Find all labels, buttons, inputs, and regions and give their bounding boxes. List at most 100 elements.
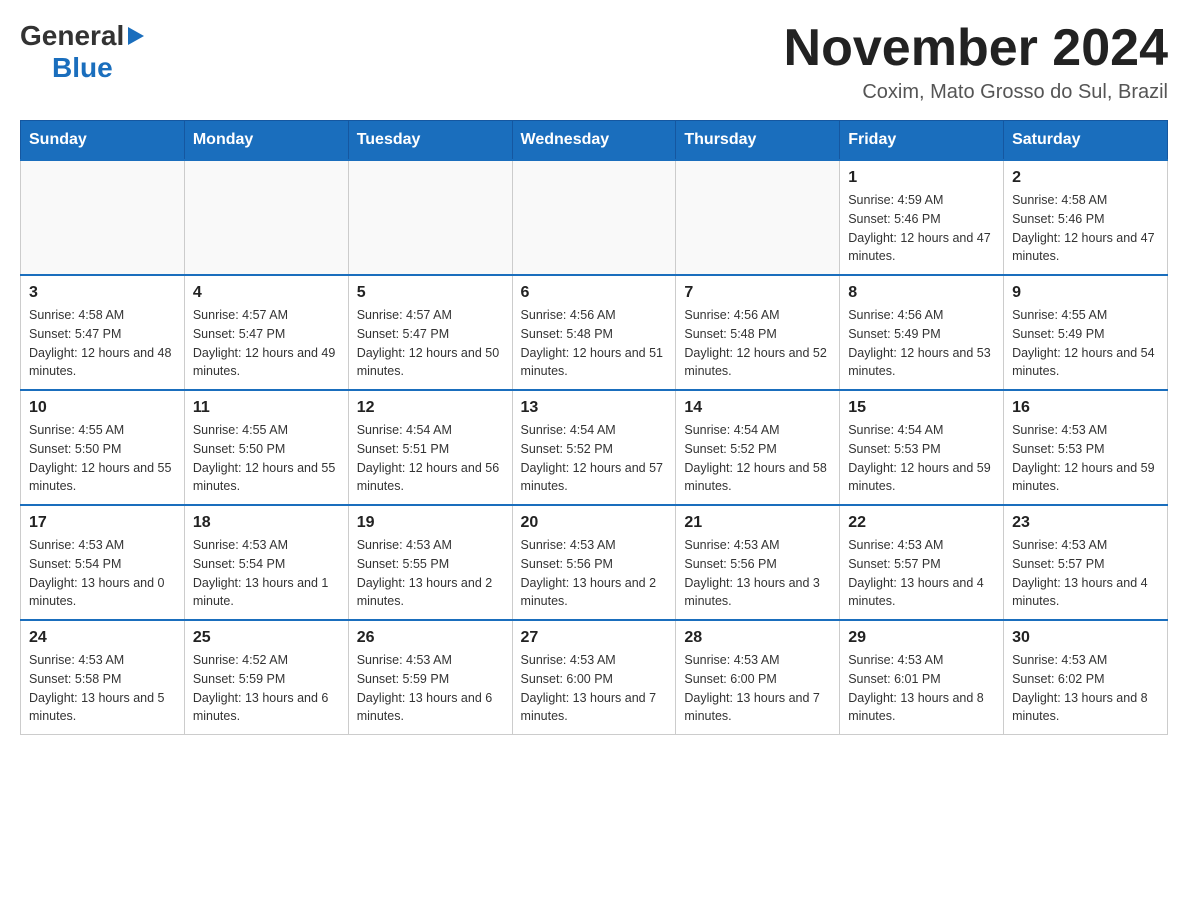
logo-general-text: General bbox=[20, 20, 124, 52]
day-info: Sunrise: 4:57 AMSunset: 5:47 PMDaylight:… bbox=[193, 306, 340, 381]
table-row: 10 Sunrise: 4:55 AMSunset: 5:50 PMDayligh… bbox=[21, 390, 185, 505]
table-row: 24Sunrise: 4:53 AMSunset: 5:58 PMDayligh… bbox=[21, 620, 185, 735]
table-row: 12 Sunrise: 4:54 AMSunset: 5:51 PMDayligh… bbox=[348, 390, 512, 505]
day-info: Sunrise: 4:53 AMSunset: 6:00 PMDaylight:… bbox=[521, 651, 668, 726]
header-friday: Friday bbox=[840, 121, 1004, 161]
table-row: 4 Sunrise: 4:57 AMSunset: 5:47 PMDaylight… bbox=[184, 275, 348, 390]
day-info: Sunrise: 4:54 AMSunset: 5:52 PMDaylight:… bbox=[684, 421, 831, 496]
table-row: 20Sunrise: 4:53 AMSunset: 5:56 PMDayligh… bbox=[512, 505, 676, 620]
day-number: 30 bbox=[1012, 629, 1159, 647]
day-number: 17 bbox=[29, 514, 176, 532]
day-info: Sunrise: 4:53 AMSunset: 6:01 PMDaylight:… bbox=[848, 651, 995, 726]
day-info: Sunrise: 4:53 AMSunset: 6:00 PMDaylight:… bbox=[684, 651, 831, 726]
day-info: Sunrise: 4:54 AMSunset: 5:53 PMDaylight:… bbox=[848, 421, 995, 496]
page-header: General Blue November 2024 Coxim, Mato G… bbox=[20, 20, 1168, 104]
day-number: 13 bbox=[521, 399, 668, 417]
day-number: 5 bbox=[357, 284, 504, 302]
calendar-week-row: 24Sunrise: 4:53 AMSunset: 5:58 PMDayligh… bbox=[21, 620, 1168, 735]
header-wednesday: Wednesday bbox=[512, 121, 676, 161]
day-info: Sunrise: 4:53 AMSunset: 5:56 PMDaylight:… bbox=[684, 536, 831, 611]
table-row: 16Sunrise: 4:53 AMSunset: 5:53 PMDayligh… bbox=[1004, 390, 1168, 505]
table-row: 21Sunrise: 4:53 AMSunset: 5:56 PMDayligh… bbox=[676, 505, 840, 620]
calendar-week-row: 10 Sunrise: 4:55 AMSunset: 5:50 PMDayligh… bbox=[21, 390, 1168, 505]
day-info: Sunrise: 4:53 AMSunset: 6:02 PMDaylight:… bbox=[1012, 651, 1159, 726]
day-number: 15 bbox=[848, 399, 995, 417]
day-number: 7 bbox=[684, 284, 831, 302]
calendar-week-row: 17 Sunrise: 4:53 AMSunset: 5:54 PMDayligh… bbox=[21, 505, 1168, 620]
table-row: 5 Sunrise: 4:57 AMSunset: 5:47 PMDaylight… bbox=[348, 275, 512, 390]
day-info: Sunrise: 4:57 AMSunset: 5:47 PMDaylight:… bbox=[357, 306, 504, 381]
calendar-header-row: Sunday Monday Tuesday Wednesday Thursday… bbox=[21, 121, 1168, 161]
table-row: 30 Sunrise: 4:53 AMSunset: 6:02 PMDayligh… bbox=[1004, 620, 1168, 735]
day-number: 6 bbox=[521, 284, 668, 302]
day-info: Sunrise: 4:55 AMSunset: 5:50 PMDaylight:… bbox=[29, 421, 176, 496]
calendar-table: Sunday Monday Tuesday Wednesday Thursday… bbox=[20, 120, 1168, 735]
table-row bbox=[676, 160, 840, 275]
day-number: 3 bbox=[29, 284, 176, 302]
table-row: 13Sunrise: 4:54 AMSunset: 5:52 PMDayligh… bbox=[512, 390, 676, 505]
day-info: Sunrise: 4:56 AMSunset: 5:48 PMDaylight:… bbox=[521, 306, 668, 381]
table-row: 23Sunrise: 4:53 AMSunset: 5:57 PMDayligh… bbox=[1004, 505, 1168, 620]
calendar-week-row: 3 Sunrise: 4:58 AMSunset: 5:47 PMDaylight… bbox=[21, 275, 1168, 390]
page-title: November 2024 bbox=[784, 20, 1168, 77]
calendar-week-row: 1 Sunrise: 4:59 AMSunset: 5:46 PMDaylight… bbox=[21, 160, 1168, 275]
table-row: 9 Sunrise: 4:55 AMSunset: 5:49 PMDaylight… bbox=[1004, 275, 1168, 390]
day-info: Sunrise: 4:53 AMSunset: 5:59 PMDaylight:… bbox=[357, 651, 504, 726]
table-row: 19Sunrise: 4:53 AMSunset: 5:55 PMDayligh… bbox=[348, 505, 512, 620]
table-row: 27 Sunrise: 4:53 AMSunset: 6:00 PMDayligh… bbox=[512, 620, 676, 735]
day-info: Sunrise: 4:56 AMSunset: 5:48 PMDaylight:… bbox=[684, 306, 831, 381]
day-info: Sunrise: 4:59 AMSunset: 5:46 PMDaylight:… bbox=[848, 191, 995, 266]
day-number: 23 bbox=[1012, 514, 1159, 532]
header-tuesday: Tuesday bbox=[348, 121, 512, 161]
table-row: 1 Sunrise: 4:59 AMSunset: 5:46 PMDaylight… bbox=[840, 160, 1004, 275]
table-row: 22Sunrise: 4:53 AMSunset: 5:57 PMDayligh… bbox=[840, 505, 1004, 620]
day-info: Sunrise: 4:53 AMSunset: 5:53 PMDaylight:… bbox=[1012, 421, 1159, 496]
logo: General Blue bbox=[20, 20, 146, 84]
day-info: Sunrise: 4:52 AMSunset: 5:59 PMDaylight:… bbox=[193, 651, 340, 726]
table-row: 29Sunrise: 4:53 AMSunset: 6:01 PMDayligh… bbox=[840, 620, 1004, 735]
header-monday: Monday bbox=[184, 121, 348, 161]
table-row: 11 Sunrise: 4:55 AMSunset: 5:50 PMDayligh… bbox=[184, 390, 348, 505]
table-row: 2 Sunrise: 4:58 AMSunset: 5:46 PMDaylight… bbox=[1004, 160, 1168, 275]
day-number: 14 bbox=[684, 399, 831, 417]
day-number: 18 bbox=[193, 514, 340, 532]
day-info: Sunrise: 4:55 AMSunset: 5:49 PMDaylight:… bbox=[1012, 306, 1159, 381]
header-sunday: Sunday bbox=[21, 121, 185, 161]
table-row: 7 Sunrise: 4:56 AMSunset: 5:48 PMDaylight… bbox=[676, 275, 840, 390]
day-number: 26 bbox=[357, 629, 504, 647]
day-info: Sunrise: 4:54 AMSunset: 5:51 PMDaylight:… bbox=[357, 421, 504, 496]
day-number: 12 bbox=[357, 399, 504, 417]
table-row bbox=[184, 160, 348, 275]
day-number: 1 bbox=[848, 169, 995, 187]
day-number: 4 bbox=[193, 284, 340, 302]
day-number: 10 bbox=[29, 399, 176, 417]
header-saturday: Saturday bbox=[1004, 121, 1168, 161]
table-row bbox=[348, 160, 512, 275]
day-number: 9 bbox=[1012, 284, 1159, 302]
table-row: 26 Sunrise: 4:53 AMSunset: 5:59 PMDayligh… bbox=[348, 620, 512, 735]
day-info: Sunrise: 4:53 AMSunset: 5:54 PMDaylight:… bbox=[29, 536, 176, 611]
title-block: November 2024 Coxim, Mato Grosso do Sul,… bbox=[784, 20, 1168, 104]
day-info: Sunrise: 4:53 AMSunset: 5:58 PMDaylight:… bbox=[29, 651, 176, 726]
day-number: 2 bbox=[1012, 169, 1159, 187]
table-row bbox=[512, 160, 676, 275]
page-subtitle: Coxim, Mato Grosso do Sul, Brazil bbox=[784, 81, 1168, 104]
day-number: 8 bbox=[848, 284, 995, 302]
table-row: 25 Sunrise: 4:52 AMSunset: 5:59 PMDayligh… bbox=[184, 620, 348, 735]
day-info: Sunrise: 4:55 AMSunset: 5:50 PMDaylight:… bbox=[193, 421, 340, 496]
day-info: Sunrise: 4:58 AMSunset: 5:46 PMDaylight:… bbox=[1012, 191, 1159, 266]
day-number: 11 bbox=[193, 399, 340, 417]
table-row: 3 Sunrise: 4:58 AMSunset: 5:47 PMDaylight… bbox=[21, 275, 185, 390]
table-row: 15 Sunrise: 4:54 AMSunset: 5:53 PMDayligh… bbox=[840, 390, 1004, 505]
day-number: 27 bbox=[521, 629, 668, 647]
day-info: Sunrise: 4:53 AMSunset: 5:57 PMDaylight:… bbox=[848, 536, 995, 611]
day-info: Sunrise: 4:58 AMSunset: 5:47 PMDaylight:… bbox=[29, 306, 176, 381]
table-row: 28Sunrise: 4:53 AMSunset: 6:00 PMDayligh… bbox=[676, 620, 840, 735]
day-number: 20 bbox=[521, 514, 668, 532]
table-row: 8Sunrise: 4:56 AMSunset: 5:49 PMDaylight… bbox=[840, 275, 1004, 390]
day-info: Sunrise: 4:53 AMSunset: 5:54 PMDaylight:… bbox=[193, 536, 340, 611]
day-number: 25 bbox=[193, 629, 340, 647]
header-thursday: Thursday bbox=[676, 121, 840, 161]
table-row: 6 Sunrise: 4:56 AMSunset: 5:48 PMDaylight… bbox=[512, 275, 676, 390]
logo-triangle-icon bbox=[128, 27, 144, 45]
